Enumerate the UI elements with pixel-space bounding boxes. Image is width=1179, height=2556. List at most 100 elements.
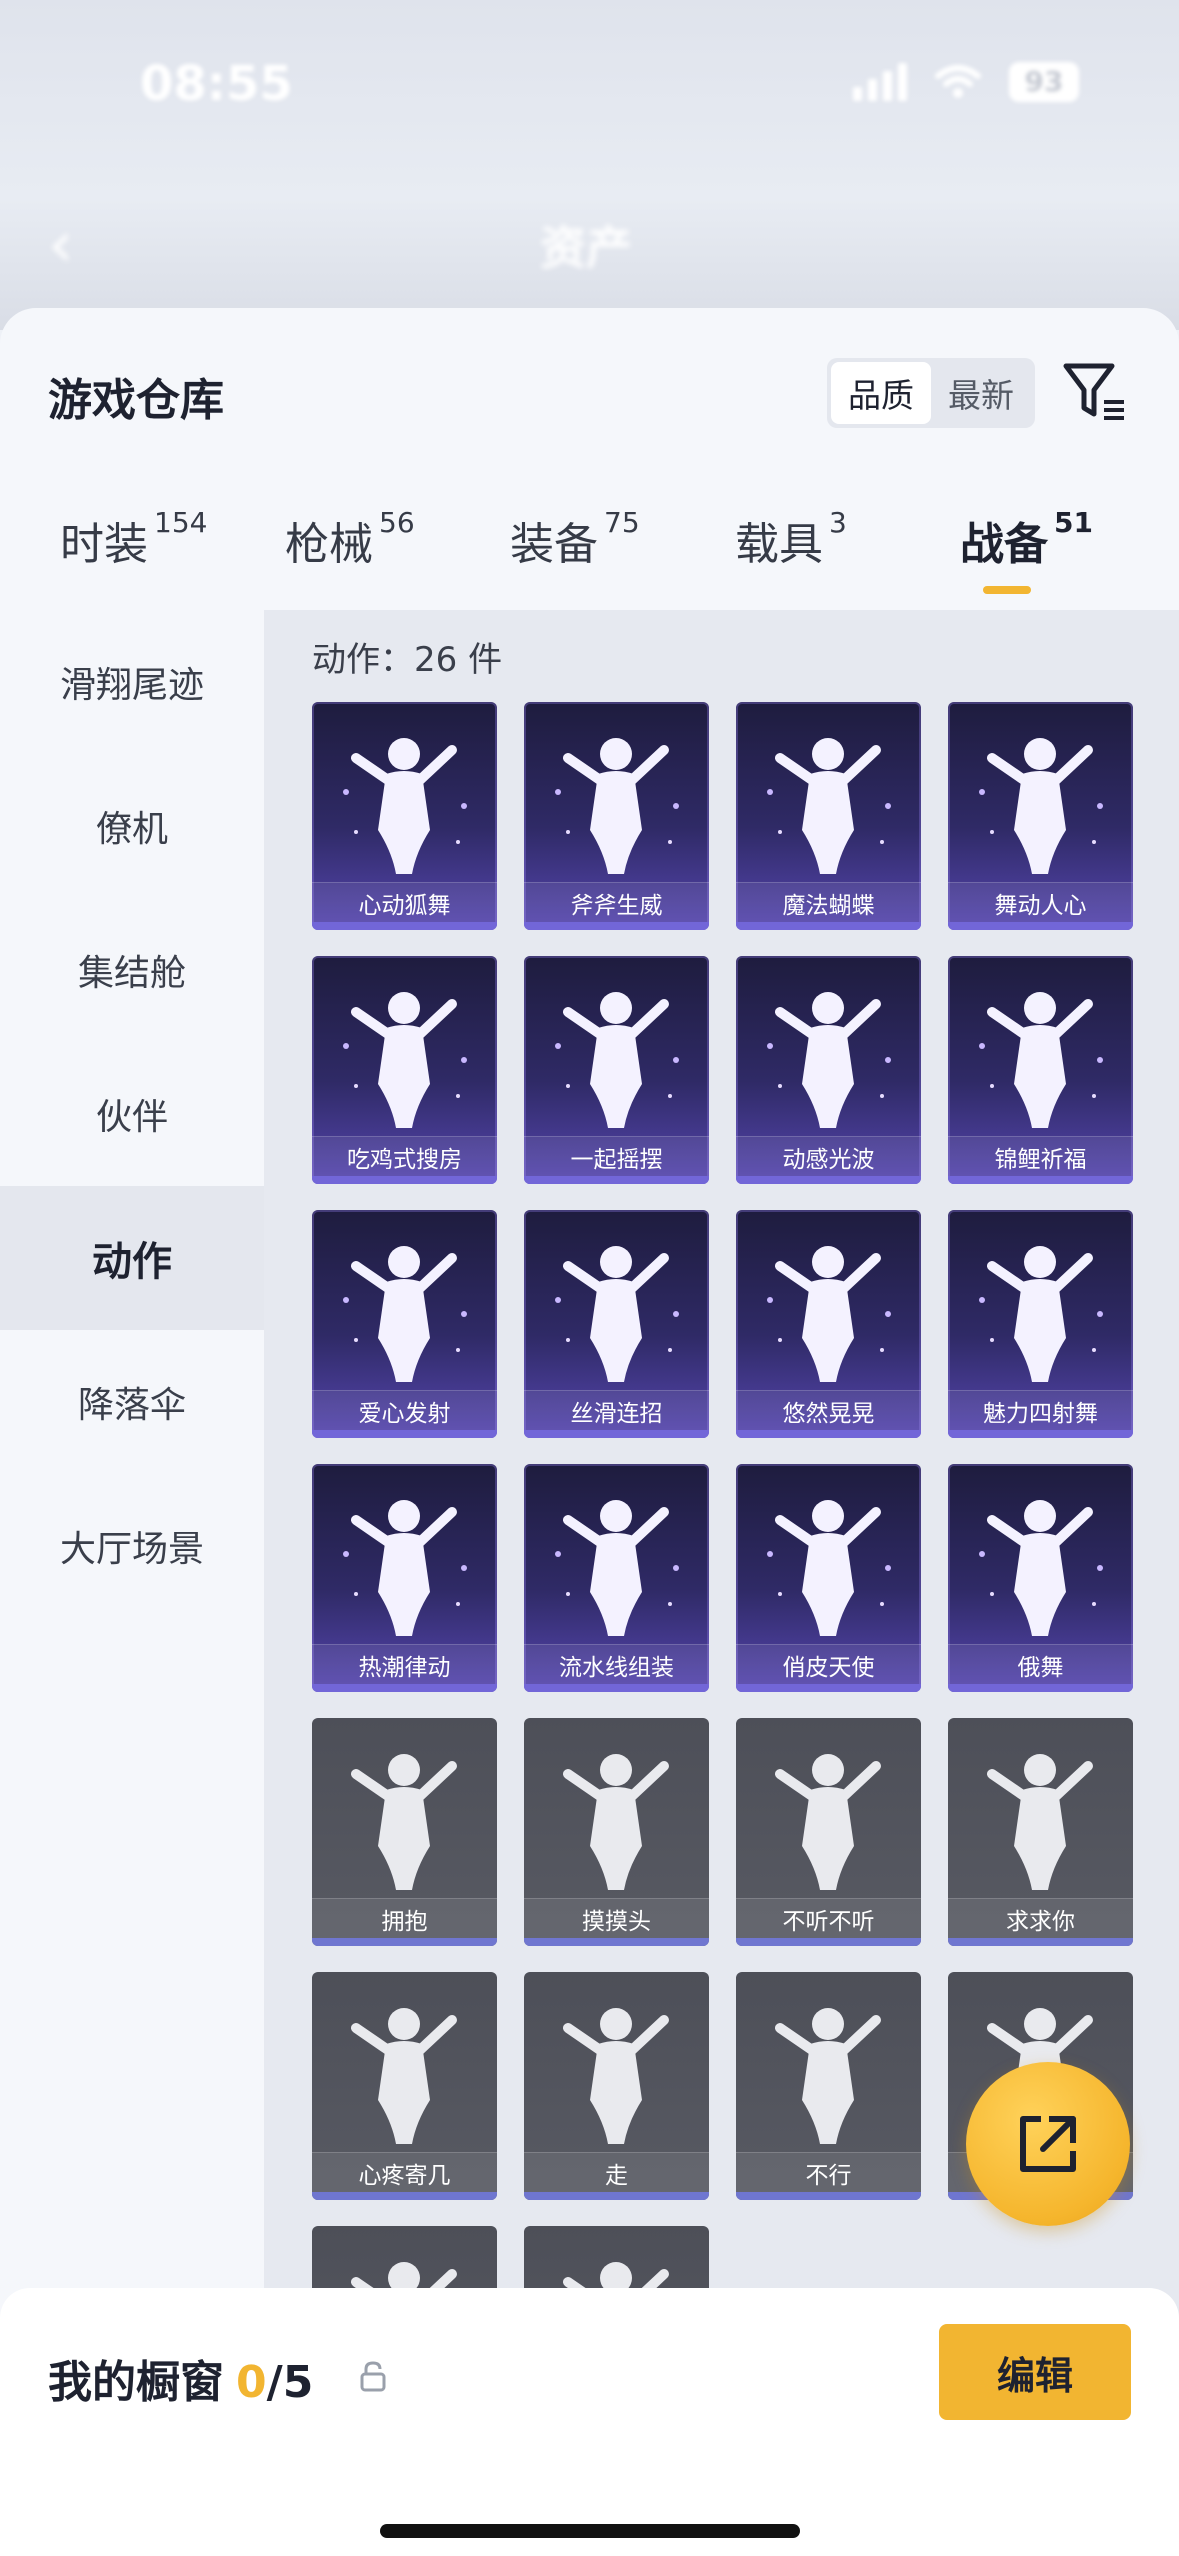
rarity-stripe: [736, 1430, 921, 1438]
emote-figure-icon: [563, 2008, 669, 2144]
emote-label: 走: [524, 2152, 709, 2192]
wifi-icon: [935, 65, 981, 98]
rarity-stripe: [524, 2192, 709, 2200]
rarity-stripe: [312, 1176, 497, 1184]
signal-icon: [853, 63, 907, 101]
rarity-stripe: [736, 1938, 921, 1946]
warehouse-sheet: 游戏仓库 品质 最新 时装 154 枪械 56 装备 75 载具 3 战备 51 滑翔尾迹…: [0, 308, 1179, 2556]
emote-figure-icon: [343, 992, 467, 1128]
sidebar-item-glide-trail[interactable]: 滑翔尾迹: [0, 610, 264, 754]
rarity-stripe: [948, 922, 1133, 930]
rarity-stripe: [948, 1430, 1133, 1438]
rarity-stripe: [524, 1684, 709, 1692]
emote-card[interactable]: 走: [524, 1972, 709, 2200]
rarity-stripe: [312, 1430, 497, 1438]
sidebar-item-wingman[interactable]: 僚机: [0, 754, 264, 898]
emote-figure-icon: [555, 1246, 679, 1382]
emote-card[interactable]: 丝滑连招: [524, 1210, 709, 1438]
emote-card[interactable]: 一起摇摆: [524, 956, 709, 1184]
rarity-stripe: [312, 1684, 497, 1692]
emote-card[interactable]: 摸摸头: [524, 1718, 709, 1946]
rarity-stripe: [312, 2192, 497, 2200]
emote-figure-icon: [343, 1246, 467, 1382]
sheet-title: 游戏仓库: [48, 375, 224, 426]
emote-card[interactable]: 斧斧生威: [524, 702, 709, 930]
sidebar-item-emotes[interactable]: 动作: [0, 1186, 264, 1330]
emote-label: 爱心发射: [312, 1390, 497, 1430]
sort-latest-button[interactable]: 最新: [931, 362, 1031, 424]
sort-quality-button[interactable]: 品质: [831, 362, 931, 424]
emote-card[interactable]: 悠然晃晃: [736, 1210, 921, 1438]
emote-label: 俄舞: [948, 1644, 1133, 1684]
tab-vehicles[interactable]: 载具 3: [735, 506, 847, 572]
filter-icon[interactable]: [1060, 356, 1130, 426]
rarity-stripe: [524, 1938, 709, 1946]
emote-card[interactable]: 俏皮天使: [736, 1464, 921, 1692]
emote-figure-icon: [555, 992, 679, 1128]
emote-label: 心疼寄几: [312, 2152, 497, 2192]
sidebar: 滑翔尾迹 僚机 集结舱 伙伴 动作 降落伞 大厅场景: [0, 610, 264, 2556]
showcase-title: 我的橱窗 0 /5: [48, 2357, 314, 2408]
emote-card[interactable]: 拥抱: [312, 1718, 497, 1946]
sort-toggle: 品质 最新: [827, 358, 1035, 428]
emote-figure-icon: [767, 738, 891, 874]
emote-label: 动感光波: [736, 1136, 921, 1176]
emote-card[interactable]: 俄舞: [948, 1464, 1133, 1692]
emote-figure-icon: [343, 1500, 467, 1636]
share-button[interactable]: [966, 2062, 1130, 2226]
sidebar-item-lobby-scene[interactable]: 大厅场景: [0, 1474, 264, 1618]
item-count-label: 动作：26 件: [312, 640, 503, 680]
emote-figure-icon: [979, 1500, 1103, 1636]
tab-gear[interactable]: 战备 51: [960, 506, 1093, 572]
emote-label: 拥抱: [312, 1898, 497, 1938]
emote-card[interactable]: 锦鲤祈福: [948, 956, 1133, 1184]
emote-card[interactable]: 不行: [736, 1972, 921, 2200]
rarity-stripe: [524, 1430, 709, 1438]
emote-card[interactable]: 动感光波: [736, 956, 921, 1184]
emote-label: 俏皮天使: [736, 1644, 921, 1684]
category-tabs: 时装 154 枪械 56 装备 75 载具 3 战备 51: [0, 506, 1179, 618]
emote-card[interactable]: 爱心发射: [312, 1210, 497, 1438]
nav-bar: ‹ 资产: [0, 205, 1179, 285]
rarity-stripe: [524, 1176, 709, 1184]
emote-card[interactable]: 求求你: [948, 1718, 1133, 1946]
emote-card[interactable]: 心疼寄几: [312, 1972, 497, 2200]
emote-label: 斧斧生威: [524, 882, 709, 922]
active-tab-indicator: [983, 586, 1031, 594]
emote-card[interactable]: 舞动人心: [948, 702, 1133, 930]
emote-figure-icon: [563, 1754, 669, 1890]
emote-label: 不听不听: [736, 1898, 921, 1938]
emote-card[interactable]: 流水线组装: [524, 1464, 709, 1692]
emote-card[interactable]: 不听不听: [736, 1718, 921, 1946]
sidebar-item-parachute[interactable]: 降落伞: [0, 1330, 264, 1474]
edit-button[interactable]: 编辑: [939, 2324, 1131, 2420]
rarity-stripe: [736, 2192, 921, 2200]
sidebar-item-pod[interactable]: 集结舱: [0, 898, 264, 1042]
emote-figure-icon: [351, 1754, 457, 1890]
showcase-bar: 我的橱窗 0 /5 编辑: [0, 2288, 1179, 2556]
sidebar-item-companion[interactable]: 伙伴: [0, 1042, 264, 1186]
emote-card[interactable]: 魔法蝴蝶: [736, 702, 921, 930]
emote-figure-icon: [979, 992, 1103, 1128]
tab-equipment[interactable]: 装备 75: [510, 506, 640, 572]
tab-weapons[interactable]: 枪械 56: [285, 506, 415, 572]
emote-card[interactable]: 热潮律动: [312, 1464, 497, 1692]
emote-card[interactable]: 吃鸡式搜房: [312, 956, 497, 1184]
emote-figure-icon: [767, 1246, 891, 1382]
lock-icon: [360, 2361, 386, 2392]
back-icon[interactable]: ‹: [48, 208, 74, 282]
rarity-stripe: [736, 1176, 921, 1184]
emote-figure-icon: [775, 2008, 881, 2144]
emote-label: 锦鲤祈福: [948, 1136, 1133, 1176]
battery-indicator: 93: [1009, 62, 1079, 102]
tab-fashion[interactable]: 时装 154: [60, 506, 207, 572]
status-time: 08:55: [140, 56, 293, 112]
status-icons: 93: [853, 62, 1079, 102]
emote-card[interactable]: 魅力四射舞: [948, 1210, 1133, 1438]
emote-figure-icon: [351, 2008, 457, 2144]
rarity-stripe: [736, 922, 921, 930]
emote-figure-icon: [555, 1500, 679, 1636]
emote-card[interactable]: 心动狐舞: [312, 702, 497, 930]
emote-label: 魔法蝴蝶: [736, 882, 921, 922]
rarity-stripe: [948, 1938, 1133, 1946]
